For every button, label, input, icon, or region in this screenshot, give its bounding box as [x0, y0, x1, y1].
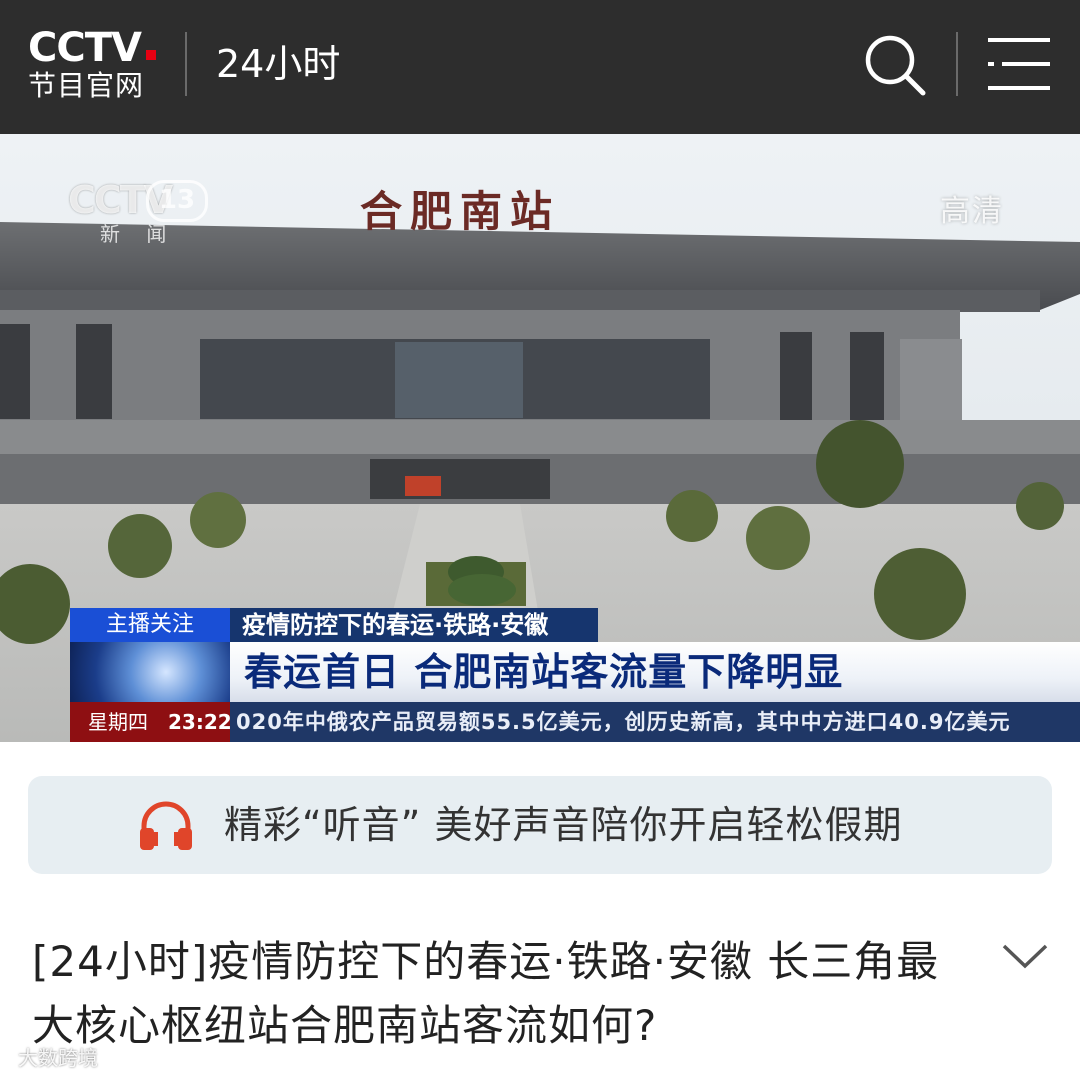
section-title: 24小时: [216, 42, 341, 86]
news-tag: 主播关注: [70, 608, 230, 642]
news-topic: 疫情防控下的春运·铁路·安徽: [230, 608, 598, 642]
watermark: 大数跨境: [18, 1046, 98, 1070]
globe-graphic: [70, 642, 230, 702]
clock-box: 星期四 23:22: [70, 702, 232, 742]
station-sign: 合肥南站: [360, 187, 561, 236]
logo-text: CCTV: [28, 25, 142, 71]
chevron-down-icon[interactable]: [1000, 938, 1050, 974]
article-title: [24小时]疫情防控下的春运·铁路·安徽 长三角最大核心枢纽站合肥南站客流如何?: [32, 937, 940, 1050]
headphones-icon: [136, 796, 196, 854]
channel-number-badge: 13: [146, 180, 208, 222]
news-headline: 春运首日 合肥南站客流量下降明显: [244, 650, 844, 694]
audio-promo-banner[interactable]: 精彩“听音” 美好声音陪你开启轻松假期: [28, 776, 1052, 874]
app-header: CCTV 节目官网 24小时: [0, 0, 1080, 134]
search-icon[interactable]: [862, 32, 928, 98]
video-player[interactable]: 合肥南站 CCTV 13 新 闻 高清 主播关注 疫情防控下的春运·铁路·安徽 …: [0, 134, 1080, 742]
channel-name: 新 闻: [100, 222, 177, 246]
menu-icon[interactable]: [986, 34, 1052, 96]
cctv-logo[interactable]: CCTV 节目官网: [28, 26, 160, 106]
news-ticker: 020年中俄农产品贸易额55.5亿美元，创历史新高，其中中方进口40.9亿美元: [230, 702, 1080, 742]
logo-red-dot: [146, 50, 156, 60]
time-label: 23:22: [168, 710, 232, 734]
audio-promo-text: 精彩“听音” 美好声音陪你开启轻松假期: [224, 803, 903, 847]
header-divider: [185, 32, 187, 96]
logo-subtitle: 节目官网: [28, 69, 145, 102]
weekday-label: 星期四: [88, 710, 148, 734]
header-divider-right: [956, 32, 958, 96]
quality-badge: 高清: [940, 194, 1004, 229]
